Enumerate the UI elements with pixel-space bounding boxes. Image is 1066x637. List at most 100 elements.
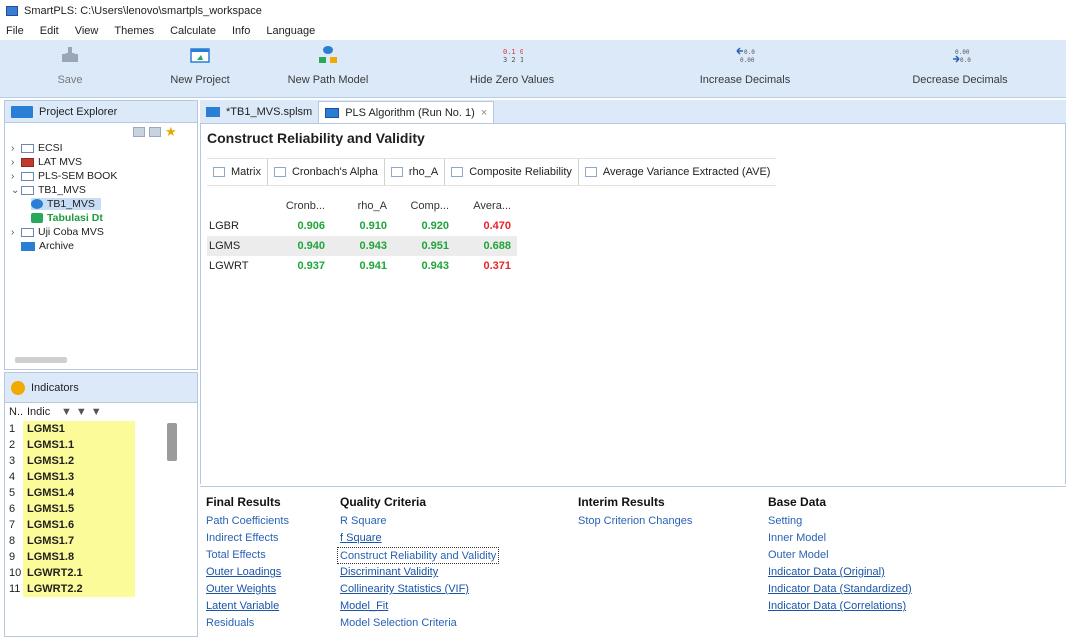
matrix-icon bbox=[213, 167, 225, 177]
tree-item-tb1-mvs[interactable]: ⌄ TB1_MVS bbox=[11, 183, 197, 197]
link-r-square[interactable]: R Square bbox=[340, 513, 499, 530]
tree-item-pls-sem-book[interactable]: › PLS-SEM BOOK bbox=[11, 169, 197, 183]
table-cell: 0.920 bbox=[421, 220, 449, 232]
column-header[interactable]: Avera... bbox=[455, 198, 517, 216]
link-setting[interactable]: Setting bbox=[768, 513, 912, 530]
list-item[interactable]: 6 LGMS1.5 bbox=[5, 501, 197, 517]
menu-info[interactable]: Info bbox=[232, 25, 250, 37]
list-item[interactable]: 10 LGWRT2.1 bbox=[5, 565, 197, 581]
tree-item-archive[interactable]: Archive bbox=[11, 239, 197, 253]
row-label: LGMS bbox=[207, 236, 269, 256]
link-outer-loadings[interactable]: Outer Loadings bbox=[206, 564, 289, 581]
tree-item-uji-coba-mvs[interactable]: › Uji Coba MVS bbox=[11, 225, 197, 239]
new-project-button[interactable]: New Project bbox=[160, 44, 240, 96]
column-header[interactable]: Comp... bbox=[393, 198, 455, 216]
chevron-down-icon: ⌄ bbox=[11, 184, 20, 196]
list-item[interactable]: 8 LGMS1.7 bbox=[5, 533, 197, 549]
link-f-square[interactable]: f Square bbox=[340, 530, 499, 547]
project-explorer-panel: Project Explorer ★ › ECSI › LAT MVS › PL… bbox=[4, 100, 198, 370]
close-icon[interactable]: × bbox=[481, 107, 487, 119]
horizontal-scrollbar[interactable] bbox=[15, 357, 67, 363]
explorer-toolbar: ★ bbox=[5, 123, 197, 141]
menu-view[interactable]: View bbox=[75, 25, 99, 37]
save-button[interactable]: Save bbox=[50, 44, 90, 96]
indicator-name: LGMS1.2 bbox=[23, 453, 135, 469]
link-discriminant-validity[interactable]: Discriminant Validity bbox=[340, 564, 499, 581]
table-row: LGBR 0.906 0.910 0.920 0.470 bbox=[207, 216, 517, 236]
indicator-name: LGWRT2.2 bbox=[23, 581, 135, 597]
menu-edit[interactable]: Edit bbox=[40, 25, 59, 37]
chart-icon bbox=[584, 167, 597, 177]
project-icon bbox=[21, 227, 34, 237]
tab-pls-algorithm[interactable]: PLS Algorithm (Run No. 1) × bbox=[318, 101, 495, 123]
decrease-decimals-button[interactable]: 0.00 0.0 Decrease Decimals bbox=[900, 44, 1020, 96]
list-item[interactable]: 9 LGMS1.8 bbox=[5, 549, 197, 565]
list-item[interactable]: 7 LGMS1.6 bbox=[5, 517, 197, 533]
menu-language[interactable]: Language bbox=[266, 25, 315, 37]
tree-item-ecsi[interactable]: › ECSI bbox=[11, 141, 197, 155]
link-inner-model[interactable]: Inner Model bbox=[768, 530, 912, 547]
menu-file[interactable]: File bbox=[6, 25, 24, 37]
indicator-name: LGMS1.1 bbox=[23, 437, 135, 453]
indicator-name: LGMS1.3 bbox=[23, 469, 135, 485]
link-path-coefficients[interactable]: Path Coefficients bbox=[206, 513, 289, 530]
chart-icon bbox=[390, 167, 403, 177]
tree-item-label: Tabulasi Dt bbox=[47, 212, 103, 224]
tab-model[interactable]: *TB1_MVS.splsm bbox=[200, 101, 318, 123]
hide-zero-values-button[interactable]: 0.1 03 2 1 Hide Zero Values bbox=[462, 44, 562, 96]
link-construct-reliability[interactable]: Construct Reliability and Validity bbox=[337, 547, 500, 564]
subtab-cronbach[interactable]: Cronbach's Alpha bbox=[268, 159, 385, 185]
new-path-model-label: New Path Model bbox=[287, 74, 369, 86]
row-number: 8 bbox=[9, 535, 16, 547]
table-row: LGWRT 0.937 0.941 0.943 0.371 bbox=[207, 256, 517, 276]
link-indirect-effects[interactable]: Indirect Effects bbox=[206, 530, 289, 547]
table-cell: 0.371 bbox=[483, 260, 511, 272]
row-number: 11 bbox=[9, 583, 21, 595]
tree-item-label: TB1_MVS bbox=[38, 184, 86, 196]
column-header[interactable]: rho_A bbox=[331, 198, 393, 216]
increase-decimals-button[interactable]: 0.0 0.00 Increase Decimals bbox=[690, 44, 800, 96]
indicators-icon bbox=[11, 380, 25, 395]
expand-all-icon[interactable] bbox=[133, 127, 145, 137]
list-item[interactable]: 5 LGMS1.4 bbox=[5, 485, 197, 501]
link-indicator-data-correlations[interactable]: Indicator Data (Correlations) bbox=[768, 598, 912, 615]
link-total-effects[interactable]: Total Effects bbox=[206, 547, 289, 564]
table-cell: 0.910 bbox=[359, 220, 387, 232]
table-cell: 0.951 bbox=[393, 236, 455, 256]
tree-item-label: TB1_MVS bbox=[47, 198, 95, 210]
link-outer-weights[interactable]: Outer Weights bbox=[206, 581, 289, 598]
link-collinearity-vif[interactable]: Collinearity Statistics (VIF) bbox=[340, 581, 499, 598]
column-header[interactable]: Cronb... bbox=[269, 198, 331, 216]
tree-item-lat-mvs[interactable]: › LAT MVS bbox=[11, 155, 197, 169]
new-path-model-button[interactable]: New Path Model bbox=[278, 44, 378, 96]
list-item[interactable]: 4 LGMS1.3 bbox=[5, 469, 197, 485]
indicator-name: LGMS1.8 bbox=[23, 549, 135, 565]
subtab-matrix[interactable]: Matrix bbox=[207, 159, 268, 185]
star-icon[interactable]: ★ bbox=[165, 124, 177, 140]
menu-calculate[interactable]: Calculate bbox=[170, 25, 216, 37]
menu-themes[interactable]: Themes bbox=[114, 25, 154, 37]
link-model-selection-criteria[interactable]: Model Selection Criteria bbox=[340, 615, 499, 632]
subtab-composite-reliability[interactable]: Composite Reliability bbox=[445, 159, 579, 185]
row-number: 7 bbox=[9, 519, 16, 531]
tree-item-tb1-mvs-model[interactable]: TB1_MVS bbox=[11, 197, 197, 211]
tab-label: PLS Algorithm (Run No. 1) bbox=[345, 106, 475, 119]
subtab-rho-a[interactable]: rho_A bbox=[385, 159, 446, 185]
archive-icon bbox=[21, 241, 35, 251]
link-stop-criterion-changes[interactable]: Stop Criterion Changes bbox=[578, 513, 692, 530]
indicator-name: LGMS1 bbox=[23, 421, 135, 437]
link-residuals[interactable]: Residuals bbox=[206, 615, 289, 632]
link-outer-model[interactable]: Outer Model bbox=[768, 547, 912, 564]
link-indicator-data-standardized[interactable]: Indicator Data (Standardized) bbox=[768, 581, 912, 598]
collapse-all-icon[interactable] bbox=[149, 127, 161, 137]
link-latent-variable[interactable]: Latent Variable bbox=[206, 598, 289, 615]
list-item[interactable]: 11 LGWRT2.2 bbox=[5, 581, 197, 597]
filter-icons[interactable]: ▼▼▼ bbox=[61, 406, 106, 418]
tree-item-tabulasi[interactable]: Tabulasi Dt bbox=[11, 211, 197, 225]
subtab-label: Matrix bbox=[231, 166, 261, 178]
subtab-ave[interactable]: Average Variance Extracted (AVE) bbox=[579, 159, 777, 185]
link-model-fit[interactable]: Model_Fit bbox=[340, 598, 499, 615]
table-cell: 0.937 bbox=[297, 260, 325, 272]
link-indicator-data-original[interactable]: Indicator Data (Original) bbox=[768, 564, 912, 581]
vertical-scrollbar[interactable] bbox=[167, 423, 177, 461]
